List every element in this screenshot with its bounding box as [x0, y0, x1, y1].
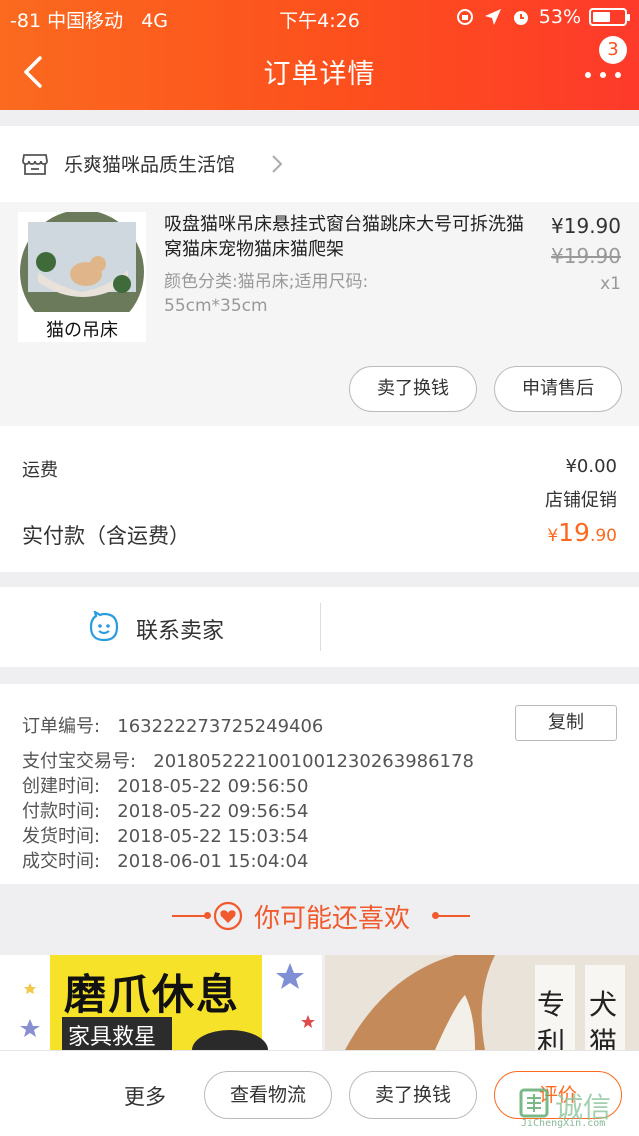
paid-time: 2018-05-22 09:56:54: [117, 801, 309, 822]
recommend-item-2-tag-3: 犬: [589, 988, 618, 1021]
message-badge: 3: [599, 36, 627, 64]
order-number: 163222273725249406: [117, 716, 324, 737]
chevron-right-icon: [272, 155, 283, 173]
recommend-line-right: [436, 915, 470, 917]
contact-divider: [320, 603, 321, 651]
created-row: 创建时间: 2018-05-22 09:56:50: [22, 772, 308, 798]
recommend-line-left: [172, 915, 206, 917]
completed-label: 成交时间:: [22, 851, 101, 872]
more-button[interactable]: 更多: [124, 1081, 166, 1111]
app-header: -81 中国移动 4G 下午4:26 53% 订单详情 3: [0, 0, 639, 110]
shop-name: 乐爽猫咪品质生活馆: [64, 154, 236, 176]
paid-amount: ¥19.90: [547, 518, 617, 547]
recommend-item-2-tag-1: 专: [537, 988, 566, 1021]
recommend-item-2-tag-2: 利: [537, 1026, 566, 1050]
product-price: ¥19.90: [551, 214, 621, 238]
shipped-label: 发货时间:: [22, 826, 101, 847]
recommend-grid: 磨爪休息 家具救星 专 利 犬 猫: [0, 955, 639, 1050]
recommend-item-2-tag-4: 猫: [589, 1026, 618, 1050]
product-original-price: ¥19.90: [551, 244, 621, 268]
recommend-title: 你可能还喜欢: [254, 904, 411, 934]
sell-for-cash-button[interactable]: 卖了换钱: [349, 366, 477, 412]
alarm-icon: [513, 11, 528, 25]
copy-button[interactable]: 复制: [515, 705, 617, 741]
battery-percent: 53%: [538, 6, 581, 28]
location-arrow-icon: [484, 9, 501, 25]
alipay-number: 2018052221001001230263986178: [153, 751, 474, 772]
paid-integer: 19: [558, 518, 590, 547]
after-sales-button[interactable]: 申请售后: [494, 366, 622, 412]
sell-for-cash-bottom-button[interactable]: 卖了换钱: [349, 1071, 477, 1119]
completed-time: 2018-06-01 15:04:04: [117, 851, 309, 872]
product-name[interactable]: 吸盘猫咪吊床悬挂式窗台猫跳床大号可拆洗猫窝猫床宠物猫床猫爬架: [164, 212, 524, 262]
recommend-item-1[interactable]: 磨爪休息 家具救星: [0, 955, 322, 1050]
rotation-lock-icon: [456, 9, 473, 25]
paid-time-label: 付款时间:: [22, 801, 101, 822]
created-label: 创建时间:: [22, 776, 101, 797]
contact-bubble-icon[interactable]: [88, 611, 120, 643]
shipped-row: 发货时间: 2018-05-22 15:03:54: [22, 822, 308, 848]
product-card[interactable]: 猫の吊床 吸盘猫咪吊床悬挂式窗台猫跳床大号可拆洗猫窝猫床宠物猫床猫爬架 颜色分类…: [0, 202, 639, 426]
status-bar: -81 中国移动 4G 下午4:26 53%: [0, 0, 639, 36]
bottom-action-bar: 更多 查看物流 卖了换钱 评价 诚信 JiChengXin.com: [0, 1050, 639, 1136]
paid-currency: ¥: [547, 526, 559, 546]
paid-row: 付款时间: 2018-05-22 09:56:54: [22, 797, 308, 823]
contact-section: 联系卖家: [0, 587, 639, 667]
contact-seller-button[interactable]: 联系卖家: [136, 613, 224, 645]
more-dots-icon[interactable]: [583, 60, 623, 90]
created-time: 2018-05-22 09:56:50: [117, 776, 309, 797]
status-right: 53%: [455, 6, 630, 28]
watermark-logo: 诚信 JiChengXin.com: [517, 1086, 635, 1132]
completed-row: 成交时间: 2018-06-01 15:04:04: [22, 847, 308, 873]
order-info-section: 订单编号: 163222273725249406 复制 支付宝交易号: 2018…: [0, 684, 639, 884]
shop-promo-label: 店铺促销: [545, 490, 617, 511]
product-sku: 颜色分类:猫吊床;适用尺码: 55cm*35cm: [164, 272, 369, 316]
recommend-item-1-sub: 家具救星: [68, 1025, 157, 1050]
paid-amount-label: 实付款（含运费）: [22, 524, 190, 548]
recommend-item-1-title: 磨爪休息: [64, 970, 241, 1019]
order-number-row: 订单编号: 163222273725249406: [22, 712, 323, 738]
shop-row[interactable]: 乐爽猫咪品质生活馆: [0, 126, 639, 202]
recommend-dot-left: [204, 912, 211, 919]
battery-icon: [589, 8, 630, 26]
alipay-row: 支付宝交易号: 2018052221001001230263986178: [22, 747, 474, 773]
shipping-value: ¥0.00: [565, 456, 617, 477]
product-quantity: x1: [600, 274, 621, 294]
shipped-time: 2018-05-22 15:03:54: [117, 826, 309, 847]
alipay-label: 支付宝交易号:: [22, 751, 137, 772]
product-image-caption: 猫の吊床: [46, 320, 118, 341]
order-number-label: 订单编号:: [22, 716, 101, 737]
watermark-url: JiChengXin.com: [521, 1118, 606, 1129]
view-logistics-button[interactable]: 查看物流: [204, 1071, 332, 1119]
paid-decimal: .90: [589, 526, 617, 546]
heart-icon: [213, 901, 243, 931]
fee-section: 运费 ¥0.00 店铺促销 实付款（含运费） ¥19.90: [0, 426, 639, 572]
page-title: 订单详情: [263, 59, 376, 90]
recommend-header: 你可能还喜欢: [0, 884, 639, 948]
shipping-label: 运费: [22, 460, 58, 481]
recommend-item-2[interactable]: 专 利 犬 猫: [325, 955, 639, 1050]
shop-icon: [22, 154, 48, 175]
product-image: 猫の吊床: [18, 212, 146, 342]
